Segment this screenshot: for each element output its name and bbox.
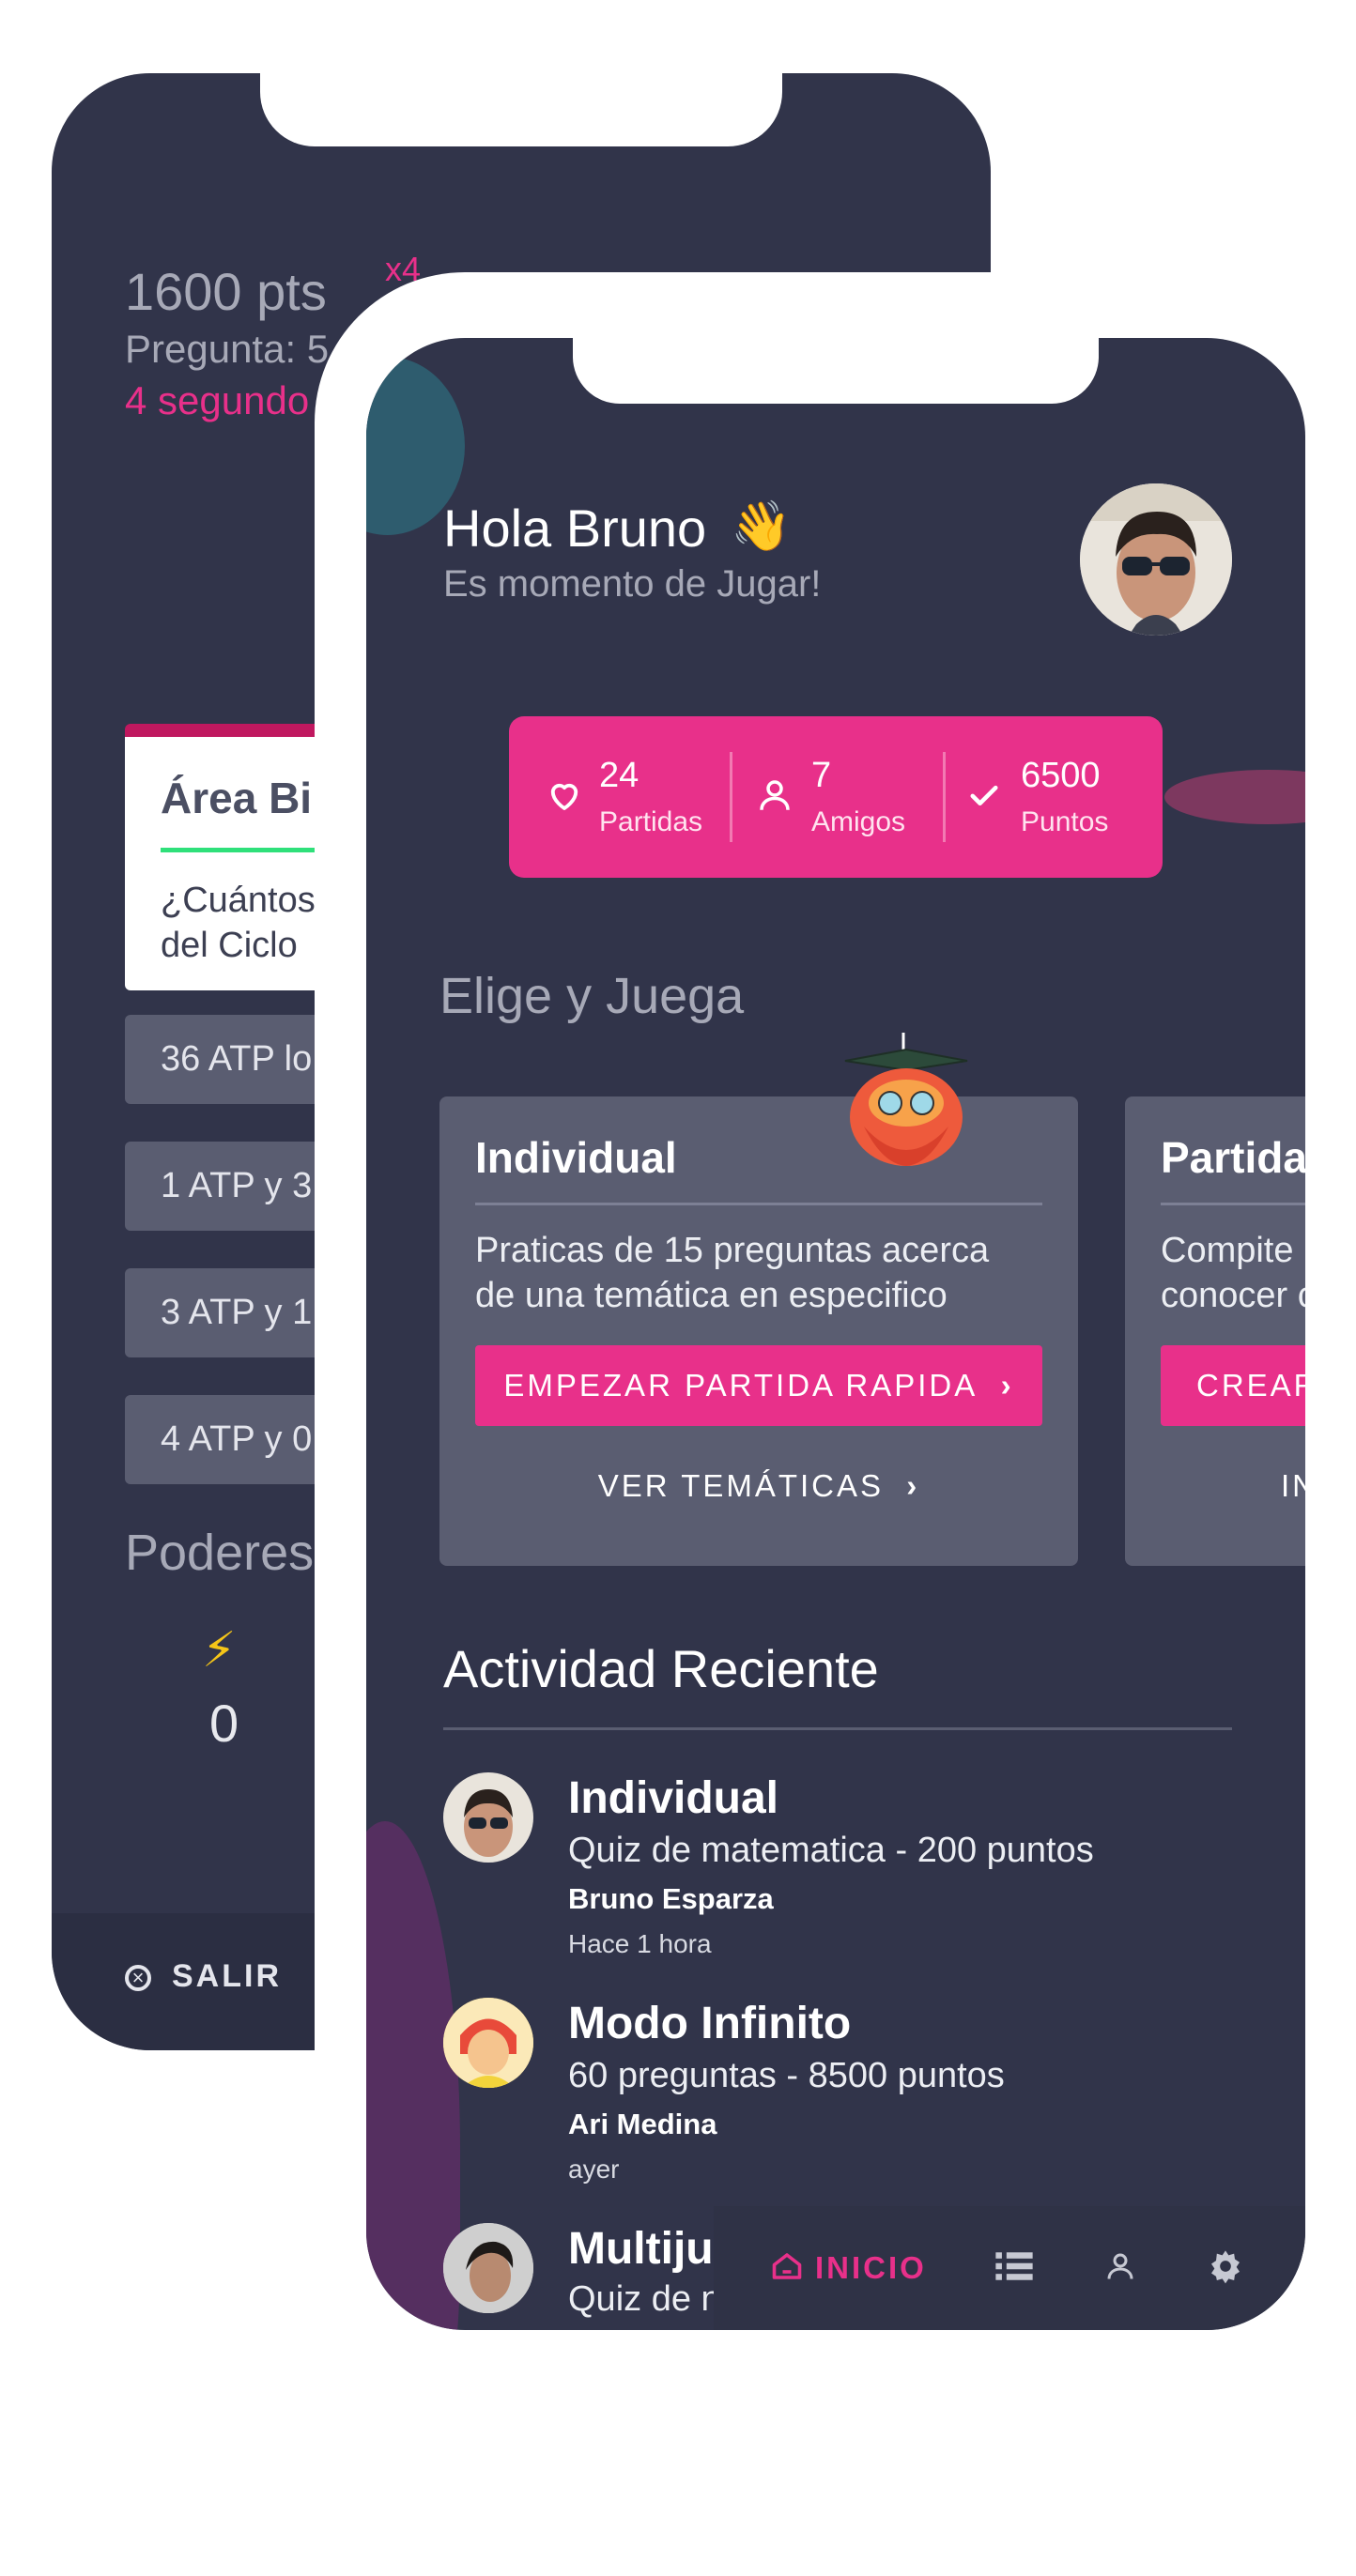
activity-item-title: Modo Infinito: [568, 1999, 852, 2048]
user-icon[interactable]: [1103, 2249, 1137, 2288]
activity-divider: [443, 1727, 1232, 1730]
stat-label: Amigos: [811, 806, 906, 837]
start-quick-match-button[interactable]: EMPEZAR PARTIDA RAPIDA ›: [475, 1345, 1042, 1426]
mode-card-individual[interactable]: Individual Praticas de 15 preguntas acer…: [439, 1096, 1078, 1566]
stat-value: 7: [811, 756, 832, 795]
stat-divider: [730, 752, 732, 842]
stat-label: Partidas: [599, 806, 703, 837]
question-line-2: del Ciclo: [161, 926, 298, 965]
bolt-icon[interactable]: ⚡: [202, 1622, 237, 1679]
bottom-navigation: INICIO: [714, 2206, 1305, 2330]
chevron-right-icon: ›: [906, 1468, 920, 1503]
user-avatar[interactable]: [1080, 483, 1232, 636]
mode-divider: [475, 1203, 1042, 1205]
gear-icon[interactable]: [1207, 2247, 1244, 2290]
activity-item-time: ayer: [568, 2154, 620, 2184]
activity-title: Actividad Reciente: [443, 1639, 879, 1698]
mode-card-partida[interactable]: Partida Compite conocer c CREAR IN: [1125, 1096, 1305, 1566]
score-points: 1600 pts: [125, 262, 327, 321]
activity-item-time: Hace 1 hora: [568, 1929, 712, 1958]
activity-avatar: [443, 2223, 533, 2313]
activity-item-detail: 60 preguntas - 8500 puntos: [568, 2056, 1005, 2095]
power-count: 0: [209, 1694, 239, 1753]
powers-title: Poderes: [125, 1525, 315, 1581]
phone-notch: [260, 73, 782, 146]
front-phone-screen: Hola Bruno 👋 Es momento de Jugar! 24 Par…: [366, 338, 1305, 2330]
greeting-subtitle: Es momento de Jugar!: [443, 563, 822, 605]
decorative-blob: [1164, 770, 1305, 824]
question-progress: Pregunta: 5: [125, 327, 330, 371]
stat-value: 6500: [1021, 756, 1101, 795]
heart-icon: [545, 775, 584, 820]
section-title: Elige y Juega: [439, 968, 745, 1024]
home-icon[interactable]: [770, 2249, 804, 2288]
activity-item-user: Bruno Esparza: [568, 1882, 774, 1915]
exit-button[interactable]: SALIR: [172, 1958, 282, 1995]
activity-item-user: Ari Medina: [568, 2108, 717, 2140]
question-line-1: ¿Cuántos: [161, 881, 316, 920]
activity-avatar: [443, 1772, 533, 1863]
stat-label: Puntos: [1021, 806, 1109, 837]
mode-description: Compite conocer c: [1161, 1231, 1305, 1315]
stat-value: 24: [599, 756, 639, 795]
greeting-title: Hola Bruno: [443, 498, 707, 558]
link-label: VER TEMÁTICAS: [597, 1468, 885, 1503]
activity-item-title: Multiju: [568, 2224, 714, 2274]
create-match-button[interactable]: CREAR: [1161, 1345, 1305, 1426]
close-circle-icon: ×: [125, 1965, 151, 1991]
mode-description: Praticas de 15 preguntas acerca de una t…: [475, 1231, 990, 1315]
activity-item-title: Individual: [568, 1773, 779, 1823]
chevron-right-icon: ›: [1000, 1368, 1014, 1403]
mode-title: Individual: [475, 1133, 677, 1182]
activity-item-detail: Quiz de matematica - 200 puntos: [568, 1831, 1094, 1870]
stats-bar: 24 Partidas 7 Amigos 6500 Puntos: [509, 716, 1163, 878]
question-text: ¿Cuántos del Ciclo: [161, 878, 316, 968]
mode-divider: [1161, 1203, 1305, 1205]
user-icon: [755, 775, 794, 820]
activity-avatar: [443, 1998, 533, 2088]
stat-divider: [943, 752, 946, 842]
mode-secondary-link[interactable]: IN: [1161, 1453, 1305, 1519]
question-area-title: Área Bi: [161, 774, 313, 822]
wave-emoji-icon: 👋: [731, 499, 792, 554]
mascot-illustration: [836, 1033, 977, 1173]
view-topics-link[interactable]: VER TEMÁTICAS ›: [475, 1453, 1042, 1519]
list-icon[interactable]: [995, 2249, 1033, 2288]
mode-title: Partida: [1161, 1133, 1305, 1182]
button-label: EMPEZAR PARTIDA RAPIDA: [503, 1368, 977, 1403]
check-icon: [964, 775, 1004, 820]
time-left: 4 segundo: [125, 378, 310, 422]
phone-notch: [573, 338, 1099, 404]
activity-item-detail: Quiz de n: [568, 2279, 721, 2319]
nav-home-label[interactable]: INICIO: [815, 2250, 927, 2286]
